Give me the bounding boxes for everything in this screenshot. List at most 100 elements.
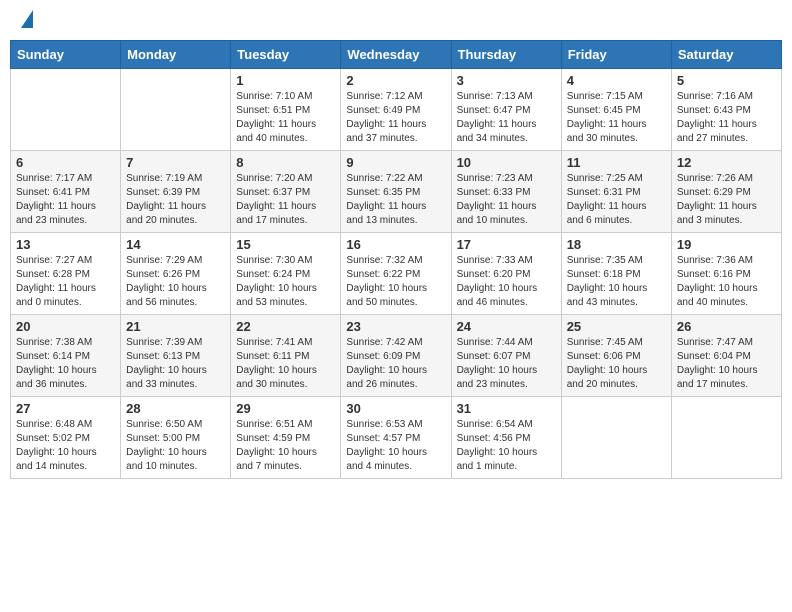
day-cell: 27 Sunrise: 6:48 AM Sunset: 5:02 PM Dayli…: [11, 397, 121, 479]
day-cell: 9 Sunrise: 7:22 AM Sunset: 6:35 PM Daylig…: [341, 151, 451, 233]
day-cell: 6Sunrise: 7:17 AM Sunset: 6:41 PM Daylig…: [11, 151, 121, 233]
day-number: 8: [236, 155, 335, 170]
day-number: 21: [126, 319, 225, 334]
calendar-table: SundayMondayTuesdayWednesdayThursdayFrid…: [10, 40, 782, 479]
day-info: Sunrise: 7:29 AM Sunset: 6:26 PM Dayligh…: [126, 254, 225, 310]
day-info: Sunrise: 6:50 AM Sunset: 5:00 PM Dayligh…: [126, 418, 225, 474]
day-cell: 16Sunrise: 7:32 AM Sunset: 6:22 PM Dayli…: [341, 233, 451, 315]
day-number: 23: [346, 319, 445, 334]
day-number: 11: [567, 155, 666, 170]
day-info: Sunrise: 7:19 AM Sunset: 6:39 PM Dayligh…: [126, 172, 225, 228]
day-info: Sunrise: 7:42 AM Sunset: 6:09 PM Dayligh…: [346, 336, 445, 392]
day-cell: 3 Sunrise: 7:13 AM Sunset: 6:47 PM Daylig…: [451, 69, 561, 151]
weekday-header-monday: Monday: [121, 41, 231, 69]
day-number: 10: [457, 155, 556, 170]
day-info: Sunrise: 7:25 AM Sunset: 6:31 PM Dayligh…: [567, 172, 666, 228]
day-cell: [561, 397, 671, 479]
day-number: 22: [236, 319, 335, 334]
day-info: Sunrise: 7:44 AM Sunset: 6:07 PM Dayligh…: [457, 336, 556, 392]
day-number: 13: [16, 237, 115, 252]
day-number: 3: [457, 73, 556, 88]
day-cell: [671, 397, 781, 479]
day-number: 18: [567, 237, 666, 252]
week-row-4: 20 Sunrise: 7:38 AM Sunset: 6:14 PM Dayli…: [11, 315, 782, 397]
day-number: 28: [126, 401, 225, 416]
day-cell: 8Sunrise: 7:20 AM Sunset: 6:37 PM Daylig…: [231, 151, 341, 233]
day-info: Sunrise: 7:41 AM Sunset: 6:11 PM Dayligh…: [236, 336, 335, 392]
day-info: Sunrise: 7:35 AM Sunset: 6:18 PM Dayligh…: [567, 254, 666, 310]
day-number: 31: [457, 401, 556, 416]
day-number: 6: [16, 155, 115, 170]
day-number: 1: [236, 73, 335, 88]
day-info: Sunrise: 6:54 AM Sunset: 4:56 PM Dayligh…: [457, 418, 556, 474]
day-cell: 4 Sunrise: 7:15 AM Sunset: 6:45 PM Daylig…: [561, 69, 671, 151]
day-number: 27: [16, 401, 115, 416]
day-cell: 29Sunrise: 6:51 AM Sunset: 4:59 PM Dayli…: [231, 397, 341, 479]
day-info: Sunrise: 7:33 AM Sunset: 6:20 PM Dayligh…: [457, 254, 556, 310]
day-number: 25: [567, 319, 666, 334]
day-number: 4: [567, 73, 666, 88]
weekday-header-friday: Friday: [561, 41, 671, 69]
weekday-header-row: SundayMondayTuesdayWednesdayThursdayFrid…: [11, 41, 782, 69]
weekday-header-wednesday: Wednesday: [341, 41, 451, 69]
day-cell: 23 Sunrise: 7:42 AM Sunset: 6:09 PM Dayli…: [341, 315, 451, 397]
weekday-header-thursday: Thursday: [451, 41, 561, 69]
day-cell: 18 Sunrise: 7:35 AM Sunset: 6:18 PM Dayli…: [561, 233, 671, 315]
day-number: 9: [346, 155, 445, 170]
day-info: Sunrise: 7:36 AM Sunset: 6:16 PM Dayligh…: [677, 254, 776, 310]
day-info: Sunrise: 7:38 AM Sunset: 6:14 PM Dayligh…: [16, 336, 115, 392]
day-info: Sunrise: 6:48 AM Sunset: 5:02 PM Dayligh…: [16, 418, 115, 474]
day-number: 30: [346, 401, 445, 416]
day-info: Sunrise: 7:27 AM Sunset: 6:28 PM Dayligh…: [16, 254, 115, 310]
day-number: 12: [677, 155, 776, 170]
day-cell: 22 Sunrise: 7:41 AM Sunset: 6:11 PM Dayli…: [231, 315, 341, 397]
day-cell: 15 Sunrise: 7:30 AM Sunset: 6:24 PM Dayli…: [231, 233, 341, 315]
day-number: 20: [16, 319, 115, 334]
day-cell: 24 Sunrise: 7:44 AM Sunset: 6:07 PM Dayli…: [451, 315, 561, 397]
day-number: 17: [457, 237, 556, 252]
day-cell: 1 Sunrise: 7:10 AM Sunset: 6:51 PM Daylig…: [231, 69, 341, 151]
day-cell: 25Sunrise: 7:45 AM Sunset: 6:06 PM Dayli…: [561, 315, 671, 397]
day-number: 14: [126, 237, 225, 252]
day-cell: 11 Sunrise: 7:25 AM Sunset: 6:31 PM Dayli…: [561, 151, 671, 233]
day-cell: 13 Sunrise: 7:27 AM Sunset: 6:28 PM Dayli…: [11, 233, 121, 315]
day-cell: 5 Sunrise: 7:16 AM Sunset: 6:43 PM Daylig…: [671, 69, 781, 151]
week-row-5: 27 Sunrise: 6:48 AM Sunset: 5:02 PM Dayli…: [11, 397, 782, 479]
day-cell: 2 Sunrise: 7:12 AM Sunset: 6:49 PM Daylig…: [341, 69, 451, 151]
day-number: 19: [677, 237, 776, 252]
day-cell: 12 Sunrise: 7:26 AM Sunset: 6:29 PM Dayli…: [671, 151, 781, 233]
day-number: 26: [677, 319, 776, 334]
weekday-header-sunday: Sunday: [11, 41, 121, 69]
day-info: Sunrise: 7:10 AM Sunset: 6:51 PM Dayligh…: [236, 90, 335, 146]
day-cell: 28 Sunrise: 6:50 AM Sunset: 5:00 PM Dayli…: [121, 397, 231, 479]
day-info: Sunrise: 7:32 AM Sunset: 6:22 PM Dayligh…: [346, 254, 445, 310]
day-cell: 30 Sunrise: 6:53 AM Sunset: 4:57 PM Dayli…: [341, 397, 451, 479]
day-number: 24: [457, 319, 556, 334]
day-number: 2: [346, 73, 445, 88]
day-cell: 10Sunrise: 7:23 AM Sunset: 6:33 PM Dayli…: [451, 151, 561, 233]
day-info: Sunrise: 7:47 AM Sunset: 6:04 PM Dayligh…: [677, 336, 776, 392]
day-cell: 17 Sunrise: 7:33 AM Sunset: 6:20 PM Dayli…: [451, 233, 561, 315]
day-info: Sunrise: 7:22 AM Sunset: 6:35 PM Dayligh…: [346, 172, 445, 228]
day-cell: 31 Sunrise: 6:54 AM Sunset: 4:56 PM Dayli…: [451, 397, 561, 479]
day-info: Sunrise: 7:12 AM Sunset: 6:49 PM Dayligh…: [346, 90, 445, 146]
page-header: [10, 10, 782, 32]
day-info: Sunrise: 7:16 AM Sunset: 6:43 PM Dayligh…: [677, 90, 776, 146]
day-info: Sunrise: 6:51 AM Sunset: 4:59 PM Dayligh…: [236, 418, 335, 474]
day-info: Sunrise: 7:39 AM Sunset: 6:13 PM Dayligh…: [126, 336, 225, 392]
day-info: Sunrise: 7:26 AM Sunset: 6:29 PM Dayligh…: [677, 172, 776, 228]
day-cell: 14 Sunrise: 7:29 AM Sunset: 6:26 PM Dayli…: [121, 233, 231, 315]
week-row-2: 6Sunrise: 7:17 AM Sunset: 6:41 PM Daylig…: [11, 151, 782, 233]
day-cell: [121, 69, 231, 151]
day-info: Sunrise: 7:13 AM Sunset: 6:47 PM Dayligh…: [457, 90, 556, 146]
week-row-3: 13 Sunrise: 7:27 AM Sunset: 6:28 PM Dayli…: [11, 233, 782, 315]
day-number: 5: [677, 73, 776, 88]
day-number: 7: [126, 155, 225, 170]
day-info: Sunrise: 7:30 AM Sunset: 6:24 PM Dayligh…: [236, 254, 335, 310]
day-info: Sunrise: 6:53 AM Sunset: 4:57 PM Dayligh…: [346, 418, 445, 474]
day-number: 15: [236, 237, 335, 252]
day-cell: 26 Sunrise: 7:47 AM Sunset: 6:04 PM Dayli…: [671, 315, 781, 397]
day-cell: [11, 69, 121, 151]
day-info: Sunrise: 7:15 AM Sunset: 6:45 PM Dayligh…: [567, 90, 666, 146]
week-row-1: 1 Sunrise: 7:10 AM Sunset: 6:51 PM Daylig…: [11, 69, 782, 151]
